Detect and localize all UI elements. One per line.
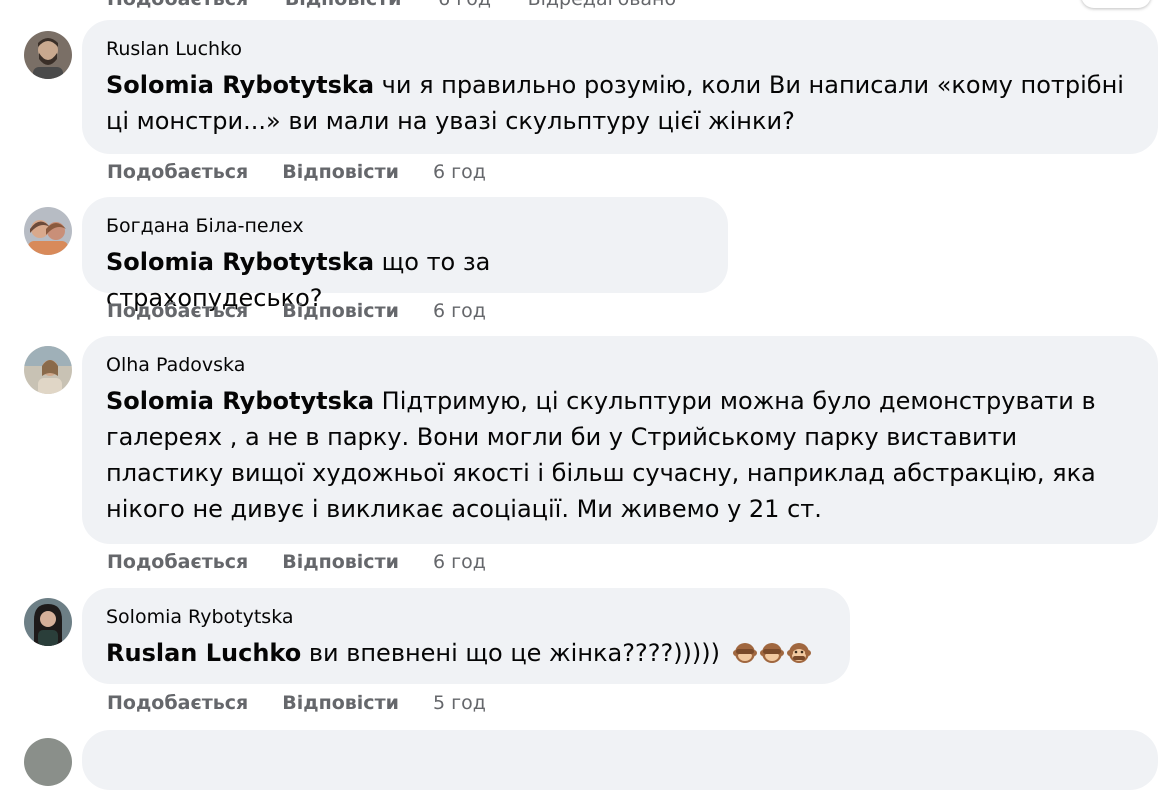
see-no-evil-monkey-icon [733, 643, 758, 663]
reply-button[interactable]: Відповісти [285, 0, 402, 10]
mention-link[interactable]: Ruslan Luchko [106, 639, 301, 667]
comment-actions: Подобається Відповісти 6 год [107, 300, 486, 322]
reply-button[interactable]: Відповісти [282, 692, 399, 714]
comment-text: Solomia Rybotytska чи я правильно розумі… [106, 67, 1134, 139]
avatar[interactable] [24, 346, 72, 394]
comment-bubble: Solomia Rybotytska Ruslan Luchko ви впев… [82, 588, 850, 684]
comment-text: Ruslan Luchko ви впевнені що це жінка???… [106, 635, 826, 671]
like-button[interactable]: Подобається [107, 161, 248, 183]
reactions-badge[interactable] [1081, 0, 1151, 8]
comment-actions: Подобається Відповісти 5 год [107, 692, 486, 714]
comment-actions: Подобається Відповісти 6 год [107, 551, 486, 573]
timestamp[interactable]: 6 год [433, 161, 486, 183]
comment-text: Solomia Rybotytska Підтримую, ці скульпт… [106, 383, 1134, 527]
edited-label: Відредаговано [528, 0, 676, 10]
comment-actions: Подобається Відповісти 6 год [107, 161, 486, 183]
reply-button[interactable]: Відповісти [282, 161, 399, 183]
timestamp[interactable]: 6 год [438, 0, 491, 10]
comment-author[interactable]: Solomia Rybotytska [106, 605, 826, 629]
mention-link[interactable]: Solomia Rybotytska [106, 71, 374, 99]
speak-no-evil-monkey-icon [787, 643, 812, 663]
like-button[interactable]: Подобається [107, 551, 248, 573]
timestamp[interactable]: 5 год [433, 692, 486, 714]
avatar[interactable] [24, 598, 72, 646]
like-button[interactable]: Подобається [107, 300, 248, 322]
comment-bubble: Богдана Біла-пелех Solomia Rybotytska що… [82, 197, 728, 312]
comment-bubble [82, 730, 1158, 790]
avatar-image [24, 598, 72, 646]
comment-author[interactable]: Богдана Біла-пелех [106, 214, 704, 238]
like-button[interactable]: Подобається [107, 0, 248, 10]
mention-link[interactable]: Solomia Rybotytska [106, 387, 374, 415]
comment-bubble: Olha Padovska Solomia Rybotytska Підтрим… [82, 336, 1158, 544]
reply-button[interactable]: Відповісти [282, 551, 399, 573]
mention-link[interactable]: Solomia Rybotytska [106, 248, 374, 276]
like-button[interactable]: Подобається [107, 692, 248, 714]
avatar-image [24, 346, 72, 394]
comment-author[interactable]: Ruslan Luchko [106, 37, 1134, 61]
timestamp[interactable]: 6 год [433, 300, 486, 322]
avatar-image [24, 31, 72, 79]
see-no-evil-monkey-icon [760, 643, 785, 663]
avatar[interactable] [24, 31, 72, 79]
comment-body: ви впевнені що це жінка????))))) [301, 639, 721, 667]
avatar[interactable] [24, 207, 72, 255]
avatar-image [24, 207, 72, 255]
reply-button[interactable]: Відповісти [282, 300, 399, 322]
comment-author[interactable]: Olha Padovska [106, 353, 1134, 377]
comment-bubble: Ruslan Luchko Solomia Rybotytska чи я пр… [82, 20, 1158, 154]
timestamp[interactable]: 6 год [433, 551, 486, 573]
previous-comment-actions: Подобається Відповісти 6 год Відредагова… [107, 0, 706, 10]
avatar[interactable] [24, 738, 72, 786]
